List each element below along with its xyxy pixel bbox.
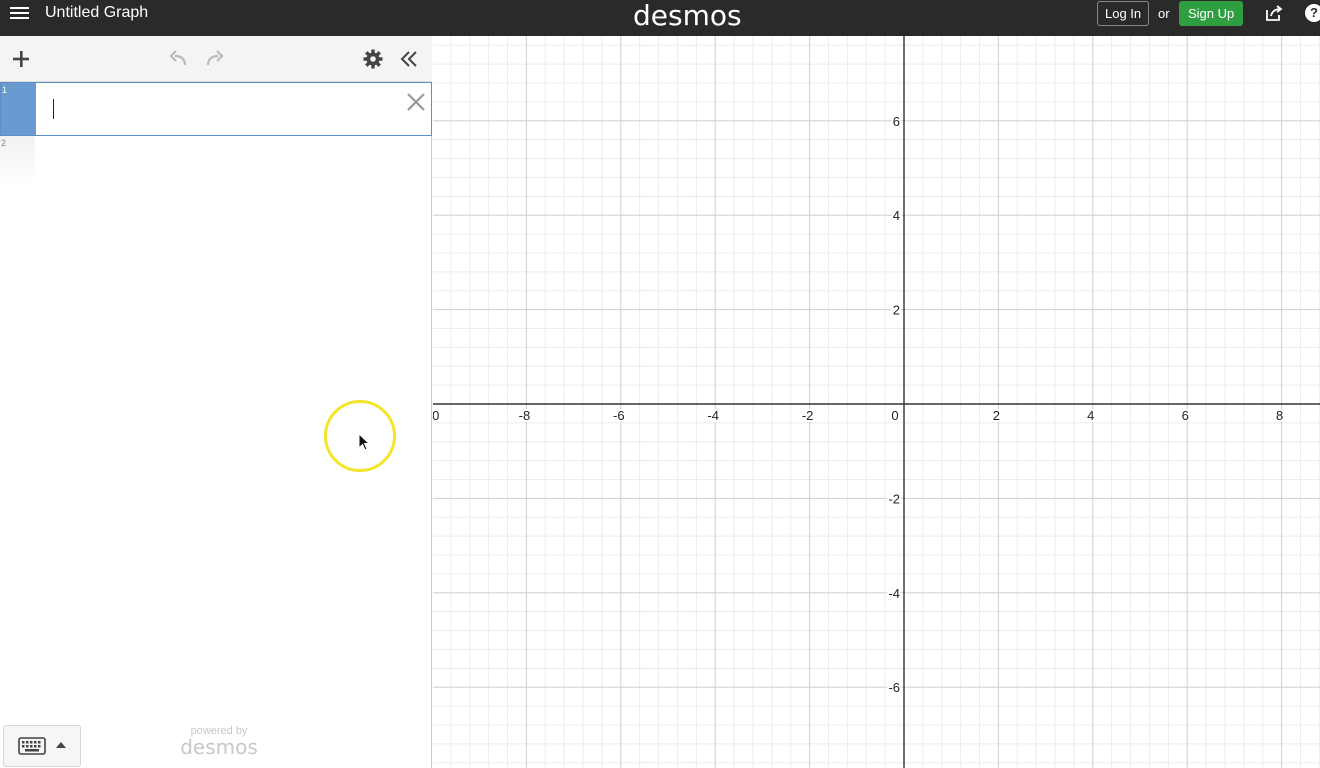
expression-tab-2[interactable]: 2 (0, 136, 35, 184)
y-tick-label: 2 (893, 303, 900, 318)
expression-item-1[interactable]: 1 (0, 82, 432, 136)
signup-button[interactable]: Sign Up (1179, 1, 1244, 26)
login-button[interactable]: Log In (1097, 1, 1150, 26)
x-tick-label: 0 (891, 408, 898, 423)
y-tick-label: -4 (888, 586, 900, 601)
x-tick-label: 2 (993, 408, 1000, 423)
expression-tab-1[interactable]: 1 (1, 83, 36, 135)
x-tick-label: -6 (613, 408, 625, 423)
x-tick-label: -8 (519, 408, 531, 423)
powered-by-logo: desmos (180, 735, 258, 759)
keyboard-icon (18, 737, 46, 755)
graph-canvas[interactable]: -10 -8 -6 -4 -2 0 2 4 6 8 6 4 2 -2 -4 -6 (433, 36, 1320, 768)
expression-input-1[interactable] (37, 83, 397, 135)
graph-paper[interactable]: -10 -8 -6 -4 -2 0 2 4 6 8 6 4 2 -2 -4 -6 (433, 36, 1320, 768)
expression-index: 2 (1, 138, 7, 148)
caret-up-icon (56, 742, 66, 748)
keyboard-toggle-button[interactable] (3, 725, 81, 767)
undo-icon[interactable] (168, 50, 188, 68)
x-tick-label: 4 (1087, 408, 1094, 423)
or-text: or (1158, 6, 1170, 21)
expression-item-2[interactable]: 2 (0, 136, 432, 184)
share-icon[interactable] (1265, 4, 1283, 22)
y-tick-label: 6 (893, 114, 900, 129)
plus-icon[interactable] (11, 49, 31, 69)
powered-by-desmos[interactable]: powered by desmos (174, 725, 264, 759)
y-tick-label: 4 (893, 208, 900, 223)
x-tick-label: 6 (1182, 408, 1189, 423)
double-chevron-left-icon[interactable] (399, 49, 419, 69)
x-tick-label: -2 (802, 408, 814, 423)
x-tick-label: -4 (707, 408, 719, 423)
expression-index: 1 (2, 85, 8, 95)
redo-icon[interactable] (205, 50, 225, 68)
hamburger-menu-icon[interactable] (10, 5, 30, 25)
desmos-logo: desmos (633, 0, 742, 32)
gear-icon[interactable] (363, 49, 383, 69)
x-tick-label: 8 (1276, 408, 1283, 423)
top-bar: Untitled Graph desmos Log In or Sign Up … (0, 0, 1320, 36)
expression-panel: 1 2 powered by desmos (0, 36, 432, 768)
text-cursor (53, 99, 54, 119)
y-tick-label: -6 (888, 680, 900, 695)
expression-toolbar (0, 36, 432, 82)
help-icon[interactable]: ? (1305, 4, 1320, 22)
y-tick-label: -2 (888, 491, 900, 506)
x-tick-label: -10 (433, 408, 439, 423)
graph-title[interactable]: Untitled Graph (45, 4, 148, 22)
close-icon[interactable] (405, 91, 427, 113)
